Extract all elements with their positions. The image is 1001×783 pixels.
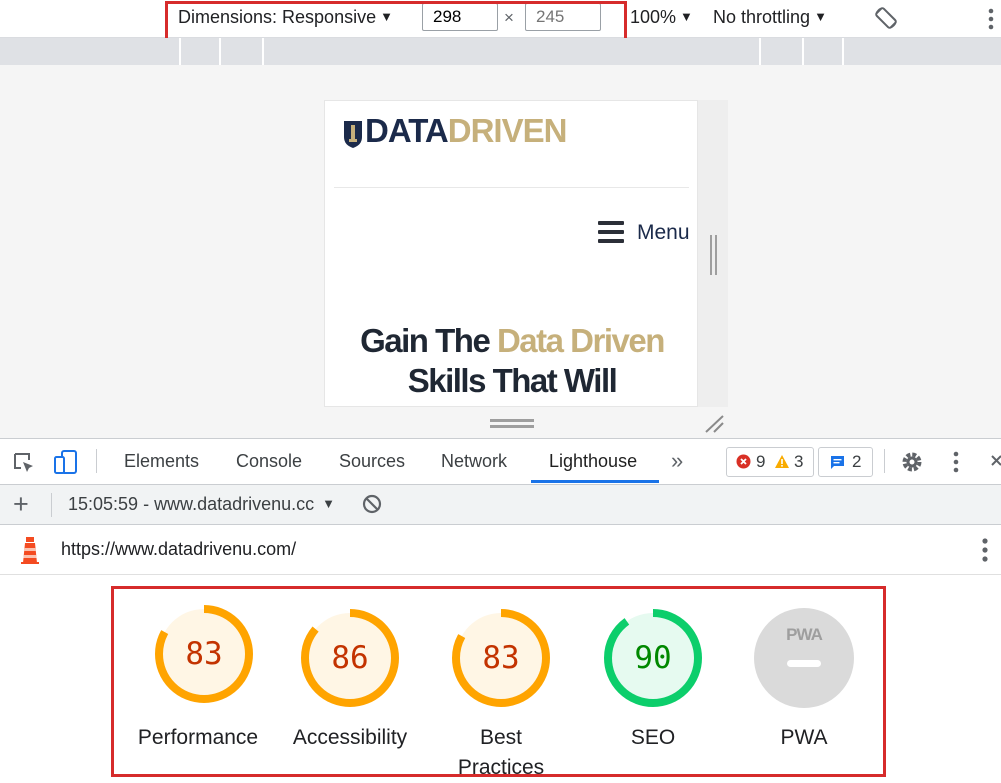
gauge-label-accessibility: Accessibility xyxy=(292,726,408,749)
more-tabs-icon[interactable]: » xyxy=(671,448,683,474)
bottom-resize-handle[interactable] xyxy=(490,419,534,429)
message-icon xyxy=(831,456,844,469)
devtools-menu-icon[interactable] xyxy=(951,450,961,474)
tab-sources[interactable]: Sources xyxy=(339,451,405,472)
hero-highlight: Data Driven xyxy=(496,322,665,359)
zoom-dropdown[interactable]: 100% ▼ xyxy=(630,7,693,28)
pwa-gauge[interactable]: PWA xyxy=(754,608,854,708)
media-query-ruler[interactable] xyxy=(0,38,1001,65)
gauge-label-seo: SEO xyxy=(630,726,676,749)
accessibility-gauge[interactable]: 86 xyxy=(300,608,410,718)
toolbar-more-icon[interactable] xyxy=(986,6,996,32)
ruler-divider xyxy=(842,38,844,65)
seo-gauge[interactable]: 90 xyxy=(603,608,713,718)
logo-word-driven: DRIVEN xyxy=(447,112,568,149)
toolbar-separator xyxy=(96,449,97,473)
zoom-label: 100% xyxy=(630,7,677,27)
shield-logo-icon xyxy=(344,121,362,148)
ruler-divider xyxy=(262,38,264,65)
gauge-label-best-practices: Best Practices xyxy=(457,726,545,779)
inspect-element-icon[interactable] xyxy=(12,451,36,475)
gauge-score: 86 xyxy=(331,640,369,676)
hero-heading-line1: Gain The Data Driven xyxy=(325,322,699,360)
ruler-divider xyxy=(802,38,804,65)
hamburger-icon[interactable] xyxy=(598,221,624,243)
active-tab-indicator xyxy=(531,480,659,483)
tab-lighthouse[interactable]: Lighthouse xyxy=(549,451,637,472)
ruler-divider xyxy=(219,38,221,65)
logo-word-data: DATA xyxy=(365,112,449,149)
best-practices-gauge[interactable]: 83 xyxy=(451,608,561,718)
gauge-label-performance: Performance xyxy=(137,726,259,749)
caret-down-icon: ▼ xyxy=(322,496,336,511)
pwa-badge-text: PWA xyxy=(786,625,823,644)
tab-elements[interactable]: Elements xyxy=(124,451,199,472)
side-resize-handle[interactable] xyxy=(710,235,717,275)
gauge-score: 83 xyxy=(185,636,223,672)
rotate-icon[interactable] xyxy=(873,5,899,31)
ruler-divider xyxy=(759,38,761,65)
performance-gauge[interactable]: 83 xyxy=(154,604,264,714)
tab-console[interactable]: Console xyxy=(236,451,302,472)
message-count: 2 xyxy=(852,452,862,471)
close-devtools-icon[interactable] xyxy=(990,453,1001,469)
new-report-button[interactable]: + xyxy=(13,490,29,518)
hero-text: Gain The xyxy=(360,322,497,359)
site-logo[interactable]: DATADRIVEN xyxy=(365,112,568,150)
messages-badge[interactable]: 2 xyxy=(818,447,873,477)
toolbar-separator xyxy=(51,493,52,517)
throttling-dropdown[interactable]: No throttling ▼ xyxy=(713,7,827,28)
gauge-score: 90 xyxy=(634,640,672,676)
gauge-score: 83 xyxy=(482,640,520,676)
caret-down-icon: ▼ xyxy=(814,9,827,24)
hero-heading-line2: Skills That Will xyxy=(407,362,618,399)
device-toggle-icon[interactable] xyxy=(53,449,79,475)
settings-gear-icon[interactable] xyxy=(900,450,924,474)
toolbar-separator xyxy=(884,449,885,473)
error-count: 9 xyxy=(756,452,766,471)
ruler-divider xyxy=(179,38,181,65)
site-divider xyxy=(334,187,689,188)
issues-badge[interactable]: 9 3 xyxy=(726,447,814,477)
clear-reports-icon[interactable] xyxy=(362,494,382,514)
warning-icon xyxy=(775,455,789,468)
tab-network[interactable]: Network xyxy=(441,451,507,472)
lighthouse-icon xyxy=(21,537,39,564)
gauge-label-pwa: PWA xyxy=(780,726,828,749)
report-menu-icon[interactable] xyxy=(980,536,990,564)
report-url[interactable]: https://www.datadrivenu.com/ xyxy=(61,539,296,560)
menu-button[interactable]: Menu xyxy=(637,221,690,245)
dimensions-highlight-box xyxy=(165,1,627,41)
error-icon xyxy=(736,454,751,469)
throttling-label: No throttling xyxy=(713,7,811,27)
caret-down-icon: ▼ xyxy=(680,9,693,24)
corner-resize-icon[interactable] xyxy=(703,413,725,433)
pwa-badge-icon xyxy=(754,608,854,708)
report-selector[interactable]: 15:05:59 - www.datadrivenu.cc ▼ xyxy=(68,494,335,515)
warning-count: 3 xyxy=(794,452,804,471)
report-time-url: 15:05:59 - www.datadrivenu.cc xyxy=(68,494,315,514)
